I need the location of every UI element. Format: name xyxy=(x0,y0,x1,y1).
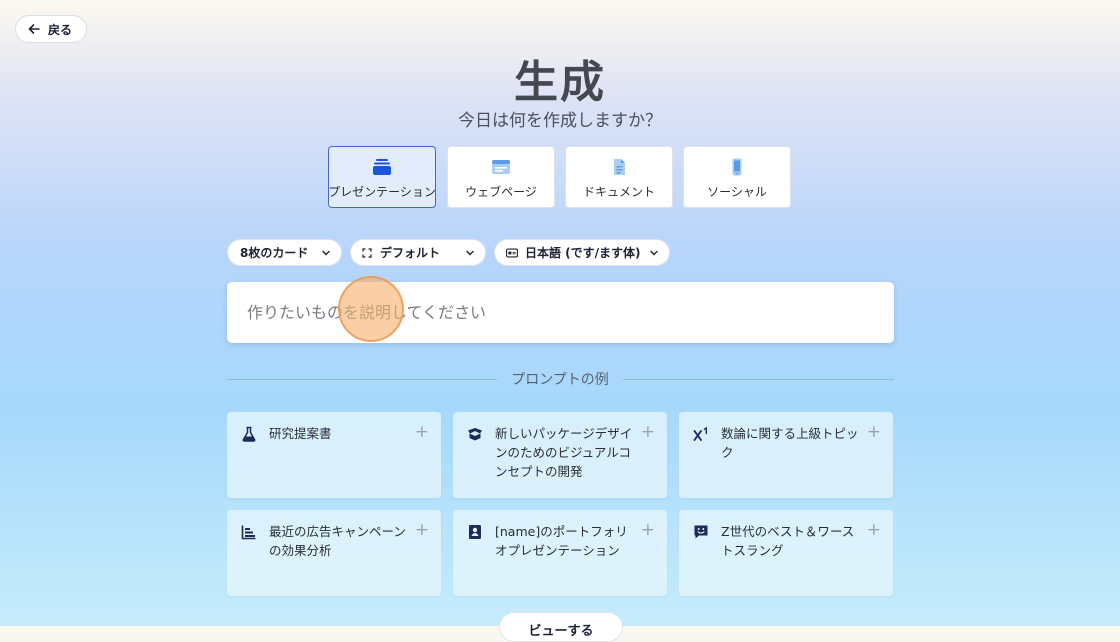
language-dropdown[interactable]: 日本語 (です/ます体) xyxy=(494,239,670,266)
prompt-input[interactable] xyxy=(245,302,869,323)
chevron-down-icon xyxy=(322,250,330,256)
example-card[interactable]: Z世代のベスト＆ワーストスラング + xyxy=(679,510,893,596)
card-count-label: 8枚のカード xyxy=(240,246,309,260)
example-card-text: 新しいパッケージデザインのためのビジュアルコンセプトの開発 xyxy=(495,426,633,479)
page-title: 生成 xyxy=(514,57,606,108)
aspect-label: デフォルト xyxy=(380,246,441,260)
example-card-text: 数論に関する上級トピック xyxy=(721,426,859,460)
divider-left xyxy=(227,379,497,380)
plus-icon: + xyxy=(414,422,429,442)
plus-icon: + xyxy=(640,520,655,540)
tab-document[interactable]: ドキュメント xyxy=(565,146,673,208)
divider-right xyxy=(623,379,894,380)
see-all-button[interactable]: ビューする xyxy=(499,612,623,642)
mobile-icon xyxy=(727,158,747,176)
portfolio-icon xyxy=(469,525,481,539)
examples-heading: プロンプトの例 xyxy=(511,372,609,388)
plus-icon: + xyxy=(866,520,881,540)
plus-icon: + xyxy=(866,422,881,442)
chevron-down-icon xyxy=(466,250,474,256)
example-card[interactable]: [name]のポートフォリオプレゼンテーション + xyxy=(453,510,667,596)
flask-icon xyxy=(242,426,256,442)
back-button[interactable]: 戻る xyxy=(15,15,87,43)
example-card[interactable]: 新しいパッケージデザインのためのビジュアルコンセプトの開発 + xyxy=(453,412,667,498)
plus-icon: + xyxy=(414,520,429,540)
tab-presentation[interactable]: プレゼンテーション xyxy=(328,146,436,208)
tab-webpage[interactable]: ウェブページ xyxy=(447,146,555,208)
aspect-icon xyxy=(362,247,372,258)
tab-document-label: ドキュメント xyxy=(582,185,655,199)
example-card-text: 最近の広告キャンペーンの効果分析 xyxy=(269,524,406,558)
example-card[interactable]: 最近の広告キャンペーンの効果分析 + xyxy=(227,510,441,596)
language-icon xyxy=(506,248,518,258)
page-subtitle: 今日は何を作成しますか？ xyxy=(458,111,662,131)
example-card-text: 研究提案書 xyxy=(269,426,332,441)
presentation-icon xyxy=(372,158,392,176)
aspect-dropdown[interactable]: デフォルト xyxy=(350,239,486,266)
plus-icon: + xyxy=(640,422,655,442)
superscript-icon xyxy=(693,426,707,441)
example-card-text: [name]のポートフォリオプレゼンテーション xyxy=(495,524,628,558)
tab-webpage-label: ウェブページ xyxy=(465,185,537,199)
language-label: 日本語 (です/ます体) xyxy=(525,246,641,260)
back-label: 戻る xyxy=(48,22,73,37)
card-count-dropdown[interactable]: 8枚のカード xyxy=(227,239,342,266)
tab-presentation-label: プレゼンテーション xyxy=(328,185,436,199)
document-icon xyxy=(609,158,629,176)
prompt-container xyxy=(227,282,894,343)
chevron-down-icon xyxy=(650,250,658,256)
example-card[interactable]: 数論に関する上級トピック + xyxy=(679,412,893,498)
chat-smile-icon xyxy=(694,525,708,539)
tab-social[interactable]: ソーシャル xyxy=(683,146,791,208)
example-card[interactable]: 研究提案書 + xyxy=(227,412,441,498)
arrow-left-icon xyxy=(28,23,40,35)
webpage-icon xyxy=(491,158,511,176)
box-icon xyxy=(468,428,482,441)
bar-chart-icon xyxy=(241,525,256,540)
example-card-text: Z世代のベスト＆ワーストスラング xyxy=(721,524,855,558)
tab-social-label: ソーシャル xyxy=(707,185,767,199)
